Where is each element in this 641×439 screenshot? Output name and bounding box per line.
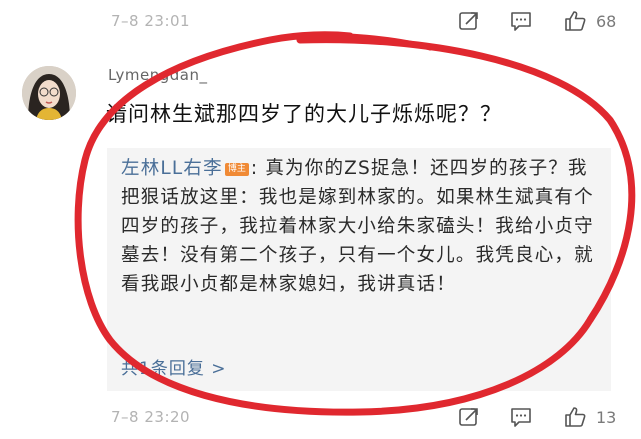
share-icon[interactable] [458, 10, 480, 32]
avatar[interactable] [22, 66, 76, 120]
reply-content: 左林LL右李 博主: 真为你的ZS捉急！还四岁的孩子？我把狠话放这里：我也是嫁到林… [121, 154, 599, 299]
bottom-comment-meta: 7–8 23:20 13 [0, 406, 641, 430]
like-count: 13 [596, 408, 617, 427]
comment-icon[interactable] [510, 10, 532, 32]
comment-username[interactable]: Lymengdan_ [108, 66, 207, 84]
author-badge: 博主 [224, 163, 249, 176]
comment-icon[interactable] [510, 406, 532, 428]
share-icon[interactable] [458, 406, 480, 428]
thumbs-up-icon[interactable] [564, 406, 586, 428]
timestamp: 7–8 23:01 [111, 12, 191, 30]
comment-text: 请问林生斌那四岁了的大儿子烁烁呢？？ [106, 102, 502, 126]
reply-author-link[interactable]: 左林LL右李 [121, 158, 223, 179]
timestamp: 7–8 23:20 [111, 408, 191, 426]
view-replies-link[interactable]: 共1条回复 > [121, 354, 226, 379]
top-comment-meta: 7–8 23:01 68 [0, 10, 641, 34]
thumbs-up-icon[interactable] [564, 10, 586, 32]
reply-box: 左林LL右李 博主: 真为你的ZS捉急！还四岁的孩子？我把狠话放这里：我也是嫁到林… [107, 148, 611, 391]
like-count: 68 [596, 12, 617, 31]
